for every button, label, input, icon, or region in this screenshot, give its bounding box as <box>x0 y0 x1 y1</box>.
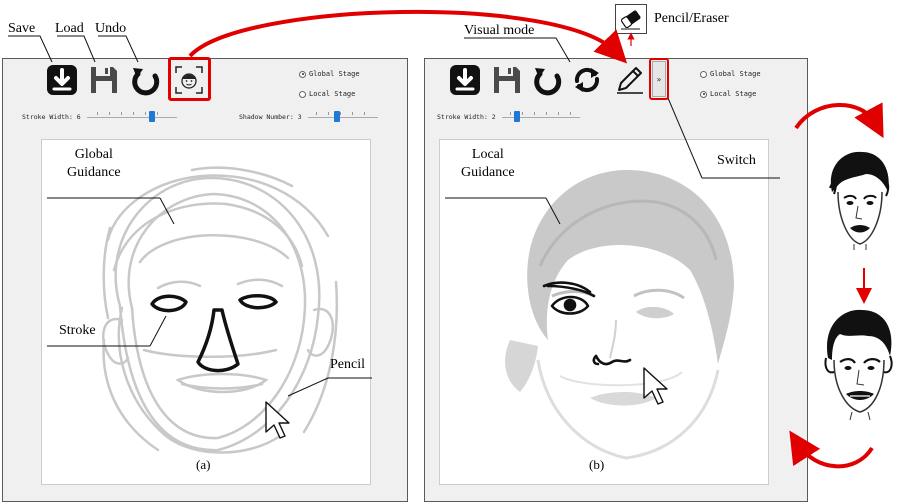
stroke-width-slider[interactable] <box>86 111 177 123</box>
face-mode-highlight <box>168 57 211 101</box>
shadow-number-control: Shadow Number: 3 <box>239 111 378 123</box>
save-button[interactable] <box>449 64 481 96</box>
visual-mode-label: Visual mode <box>464 23 535 38</box>
panel-b-window: » Global Stage Local Stage Stroke Width:… <box>424 58 808 502</box>
slider-thumb[interactable] <box>148 111 155 122</box>
radio-label: Global Stage <box>309 70 360 78</box>
visual-mode-button[interactable] <box>571 64 603 96</box>
radio-indicator <box>299 90 306 98</box>
caption-a: (a) <box>196 457 211 472</box>
radio-local-stage[interactable]: Local Stage <box>299 90 355 98</box>
radio-indicator <box>700 90 707 98</box>
stroke-label: Stroke <box>59 323 96 338</box>
radio-global-stage[interactable]: Global Stage <box>700 70 761 78</box>
stroke-width-label: Stroke Width: 2 <box>437 113 496 121</box>
radio-local-stage[interactable]: Local Stage <box>700 90 756 98</box>
slider-thumb[interactable] <box>513 111 520 122</box>
pencil-button[interactable] <box>613 64 645 96</box>
drawing-canvas-local[interactable]: Local Guidance Switch (b) <box>439 139 769 485</box>
cursor-arrow-icon <box>265 401 290 439</box>
redo-icon <box>574 67 600 93</box>
undo-icon <box>132 68 160 96</box>
radio-indicator <box>299 70 306 78</box>
stroke-width-control: Stroke Width: 2 <box>437 111 580 123</box>
radio-label: Local Stage <box>309 90 356 98</box>
save-icon <box>450 65 480 95</box>
stroke-width-label: Stroke Width: 6 <box>22 113 81 121</box>
switch-callout-label: Switch <box>717 153 756 168</box>
pencil-icon <box>617 67 643 94</box>
save-icon <box>47 65 77 95</box>
drawing-canvas-global[interactable]: Global Guidance Stroke Pencil (a) <box>41 139 372 485</box>
local-guidance-label: Local Guidance <box>461 147 515 180</box>
save-label: Save <box>8 21 36 36</box>
stroke-width-control: Stroke Width: 6 <box>22 111 177 123</box>
load-icon <box>91 67 117 93</box>
panel-a-window: Global Stage Local Stage Stroke Width: 6… <box>2 57 408 502</box>
load-label: Load <box>55 21 84 36</box>
load-icon <box>494 67 520 93</box>
pencil-label: Pencil <box>330 357 365 372</box>
global-guidance-label: Global Guidance <box>67 147 121 180</box>
undo-icon <box>534 68 562 96</box>
radio-global-stage[interactable]: Global Stage <box>299 70 360 78</box>
shadow-number-slider[interactable] <box>307 111 378 123</box>
undo-button[interactable] <box>129 64 161 96</box>
save-button[interactable] <box>46 64 78 96</box>
stroke-width-slider[interactable] <box>501 111 580 123</box>
radio-indicator <box>700 70 707 78</box>
pencil-eraser-label: Pencil/Eraser <box>654 11 729 26</box>
load-button[interactable] <box>88 64 120 96</box>
radio-label: Global Stage <box>710 70 761 78</box>
switch-highlight <box>649 58 669 100</box>
face-sketch-thumbnail-bottom <box>822 308 896 421</box>
eraser-icon <box>615 4 647 34</box>
undo-label: Undo <box>95 21 127 36</box>
radio-label: Local Stage <box>710 90 757 98</box>
slider-thumb[interactable] <box>333 111 340 122</box>
load-button[interactable] <box>491 64 523 96</box>
caption-b: (b) <box>589 457 605 472</box>
undo-button[interactable] <box>531 64 563 96</box>
face-sketch-thumbnail-top <box>826 148 892 250</box>
shadow-number-label: Shadow Number: 3 <box>239 113 302 121</box>
